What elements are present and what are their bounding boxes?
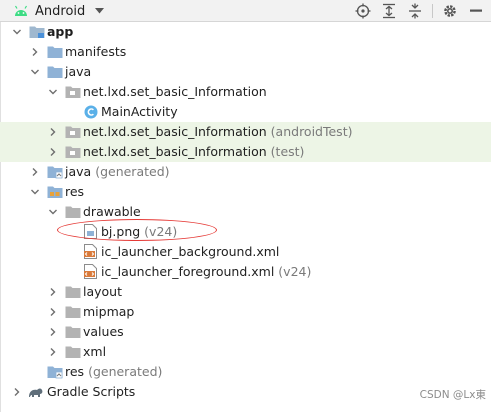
chevron-right-icon[interactable] bbox=[30, 47, 40, 57]
tree-label: values bbox=[83, 324, 124, 339]
tree-label: Gradle Scripts bbox=[47, 384, 136, 399]
annotation-circle bbox=[57, 219, 217, 241]
tree-label: drawable bbox=[83, 204, 141, 219]
chevron-down-icon[interactable] bbox=[48, 207, 58, 217]
package-icon bbox=[65, 86, 81, 98]
tree-row-main-activity[interactable]: MainActivity bbox=[0, 102, 491, 122]
android-icon bbox=[14, 5, 28, 16]
view-selector[interactable]: Android bbox=[14, 2, 105, 20]
tree-row-ic-launcher-background[interactable]: ic_launcher_background.xml bbox=[0, 242, 491, 262]
select-opened-file-button[interactable] bbox=[354, 2, 372, 20]
project-toolbar: Android bbox=[0, 0, 491, 22]
collapse-all-icon bbox=[409, 3, 421, 19]
generated-folder-icon bbox=[47, 166, 63, 179]
tree-label: ic_launcher_background.xml bbox=[101, 244, 280, 259]
tree-label: java bbox=[65, 64, 92, 79]
tree-row-mipmap[interactable]: mipmap bbox=[0, 302, 491, 322]
tree-row-package-test[interactable]: net.lxd.set_basic_Information (test) bbox=[0, 142, 491, 162]
collapse-all-button[interactable] bbox=[406, 2, 424, 20]
project-tree: app manifests java net.lxd.set_basic_Inf… bbox=[0, 22, 491, 402]
xml-file-icon bbox=[84, 244, 97, 259]
tree-label: net.lxd.set_basic_Information (androidTe… bbox=[83, 124, 353, 139]
tree-label: xml bbox=[83, 344, 107, 359]
expand-all-button[interactable] bbox=[380, 2, 398, 20]
chevron-right-icon[interactable] bbox=[48, 287, 58, 297]
chevron-right-icon[interactable] bbox=[48, 147, 58, 157]
options-button[interactable] bbox=[441, 2, 459, 20]
tree-row-java-generated[interactable]: java (generated) bbox=[0, 162, 491, 182]
tree-label: java (generated) bbox=[65, 164, 170, 179]
chevron-right-icon[interactable] bbox=[12, 387, 22, 397]
tree-row-xml[interactable]: xml bbox=[0, 342, 491, 362]
folder-icon bbox=[65, 206, 81, 218]
tree-row-drawable[interactable]: drawable bbox=[0, 202, 491, 222]
resources-folder-icon bbox=[47, 186, 63, 198]
tree-label: manifests bbox=[65, 44, 127, 59]
chevron-right-icon[interactable] bbox=[48, 327, 58, 337]
tree-row-java[interactable]: java bbox=[0, 62, 491, 82]
chevron-down-icon bbox=[95, 8, 105, 14]
gear-icon bbox=[444, 5, 456, 17]
tree-row-values[interactable]: values bbox=[0, 322, 491, 342]
tree-row-package-android-test[interactable]: net.lxd.set_basic_Information (androidTe… bbox=[0, 122, 491, 142]
folder-icon bbox=[65, 286, 81, 298]
module-folder-icon bbox=[29, 26, 45, 38]
tree-label: res bbox=[65, 184, 85, 199]
tree-label: net.lxd.set_basic_Information (test) bbox=[83, 144, 305, 159]
tree-row-package-main[interactable]: net.lxd.set_basic_Information bbox=[0, 82, 491, 102]
tree-row-gradle-scripts[interactable]: Gradle Scripts bbox=[0, 382, 491, 402]
tree-label: net.lxd.set_basic_Information bbox=[83, 84, 267, 99]
chevron-down-icon[interactable] bbox=[12, 27, 22, 37]
view-selector-label: Android bbox=[35, 3, 86, 19]
chevron-down-icon[interactable] bbox=[30, 67, 40, 77]
folder-icon bbox=[65, 346, 81, 358]
chevron-down-icon[interactable] bbox=[48, 87, 58, 97]
folder-icon bbox=[47, 46, 63, 58]
tree-label: app bbox=[47, 24, 74, 39]
chevron-right-icon[interactable] bbox=[48, 347, 58, 357]
gradle-icon bbox=[29, 388, 43, 397]
chevron-down-icon[interactable] bbox=[30, 187, 40, 197]
tree-row-res[interactable]: res bbox=[0, 182, 491, 202]
package-icon bbox=[65, 126, 81, 138]
chevron-right-icon[interactable] bbox=[48, 307, 58, 317]
class-icon bbox=[84, 105, 98, 119]
folder-icon bbox=[47, 66, 63, 78]
folder-icon bbox=[65, 326, 81, 338]
chevron-right-icon[interactable] bbox=[48, 127, 58, 137]
tree-label: mipmap bbox=[83, 304, 135, 319]
tree-row-manifests[interactable]: manifests bbox=[0, 42, 491, 62]
toolbar-separator bbox=[432, 4, 433, 18]
tree-label: res (generated) bbox=[65, 364, 163, 379]
generated-folder-icon bbox=[47, 366, 63, 379]
tree-label: MainActivity bbox=[101, 104, 178, 119]
expand-all-icon bbox=[383, 3, 395, 19]
tree-row-layout[interactable]: layout bbox=[0, 282, 491, 302]
tree-label: layout bbox=[83, 284, 123, 299]
xml-file-icon bbox=[84, 264, 97, 279]
crosshair-icon bbox=[355, 3, 371, 19]
tree-row-ic-launcher-foreground[interactable]: ic_launcher_foreground.xml (v24) bbox=[0, 262, 491, 282]
tree-row-app[interactable]: app bbox=[0, 22, 491, 42]
package-icon bbox=[65, 146, 81, 158]
tree-row-res-generated[interactable]: res (generated) bbox=[0, 362, 491, 382]
chevron-right-icon[interactable] bbox=[30, 167, 40, 177]
watermark: CSDN @Lx東 bbox=[419, 389, 486, 401]
folder-icon bbox=[65, 306, 81, 318]
tree-label: ic_launcher_foreground.xml (v24) bbox=[101, 264, 312, 279]
hide-icon bbox=[470, 9, 482, 12]
hide-panel-button[interactable] bbox=[467, 2, 485, 20]
